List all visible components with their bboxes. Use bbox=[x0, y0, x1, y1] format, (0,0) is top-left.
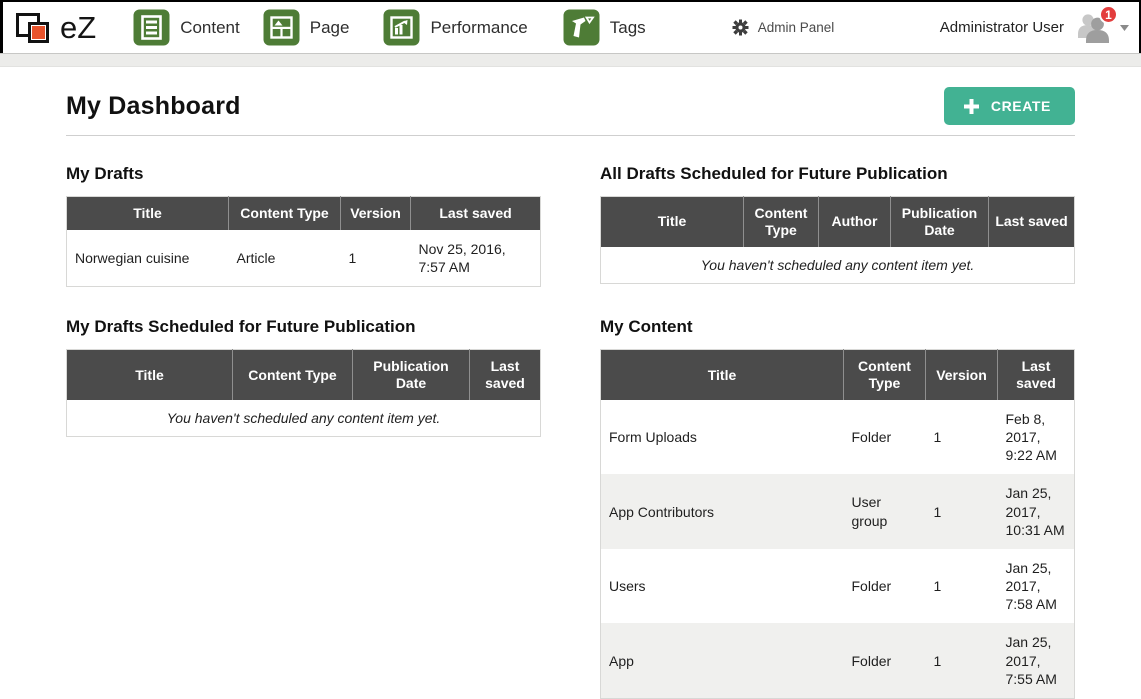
column-header: Title bbox=[601, 350, 844, 400]
my-drafts-scheduled-table: Title Content Type Publication Date Last… bbox=[66, 349, 541, 437]
user-menu[interactable]: Administrator User 1 bbox=[940, 12, 1129, 43]
column-header: Publication Date bbox=[891, 197, 989, 247]
plus-icon bbox=[964, 99, 979, 114]
user-name: Administrator User bbox=[940, 19, 1064, 36]
nav-item-content[interactable]: Content bbox=[133, 9, 240, 46]
tags-icon bbox=[563, 9, 600, 46]
nav-label-content: Content bbox=[180, 18, 240, 38]
cell-last-saved: Feb 8, 2017, 9:22 AM bbox=[998, 400, 1075, 475]
column-header: Publication Date bbox=[353, 350, 470, 400]
cell-version: 1 bbox=[341, 230, 411, 287]
cell-title: Form Uploads bbox=[601, 400, 844, 475]
admin-panel-button[interactable]: Admin Panel bbox=[732, 19, 835, 36]
nav-label-page: Page bbox=[310, 18, 350, 38]
cell-title: Users bbox=[601, 549, 844, 624]
section-title: My Content bbox=[600, 317, 1074, 337]
cell-version: 1 bbox=[926, 474, 998, 549]
nav-item-performance[interactable]: Performance bbox=[383, 9, 527, 46]
create-button-label: CREATE bbox=[991, 98, 1051, 114]
table-row[interactable]: App Contributors User group 1 Jan 25, 20… bbox=[601, 474, 1075, 549]
column-header: Title bbox=[67, 197, 229, 230]
cell-last-saved: Jan 25, 2017, 7:55 AM bbox=[998, 623, 1075, 698]
column-header: Last saved bbox=[470, 350, 541, 400]
section-title: All Drafts Scheduled for Future Publicat… bbox=[600, 164, 1074, 184]
section-title: My Drafts Scheduled for Future Publicati… bbox=[66, 317, 540, 337]
nav-label-tags: Tags bbox=[610, 18, 646, 38]
column-header: Author bbox=[819, 197, 891, 247]
cell-title: Norwegian cuisine bbox=[67, 230, 229, 287]
column-header: Version bbox=[926, 350, 998, 400]
column-header: Title bbox=[601, 197, 744, 247]
cell-title: App bbox=[601, 623, 844, 698]
my-drafts-table: Title Content Type Version Last saved No… bbox=[66, 196, 541, 287]
column-header: Content Type bbox=[229, 197, 341, 230]
performance-icon bbox=[383, 9, 420, 46]
nav-item-tags[interactable]: Tags bbox=[563, 9, 646, 46]
notification-badge: 1 bbox=[1099, 5, 1118, 24]
main-content: My Dashboard CREATE My Drafts Title Cont… bbox=[0, 67, 1141, 699]
column-header: Last saved bbox=[411, 197, 541, 230]
empty-row: You haven't scheduled any content item y… bbox=[67, 400, 541, 437]
cell-last-saved: Nov 25, 2016, 7:57 AM bbox=[411, 230, 541, 287]
table-row[interactable]: Users Folder 1 Jan 25, 2017, 7:58 AM bbox=[601, 549, 1075, 624]
cell-last-saved: Jan 25, 2017, 7:58 AM bbox=[998, 549, 1075, 624]
section-title: My Drafts bbox=[66, 164, 540, 184]
admin-panel-label: Admin Panel bbox=[758, 20, 835, 35]
cell-content-type: User group bbox=[844, 474, 926, 549]
page-title: My Dashboard bbox=[66, 92, 241, 121]
chevron-down-icon[interactable] bbox=[1120, 25, 1129, 31]
column-header: Last saved bbox=[998, 350, 1075, 400]
empty-message: You haven't scheduled any content item y… bbox=[601, 247, 1075, 284]
create-button[interactable]: CREATE bbox=[944, 87, 1075, 125]
cell-version: 1 bbox=[926, 549, 998, 624]
table-row[interactable]: App Folder 1 Jan 25, 2017, 7:55 AM bbox=[601, 623, 1075, 698]
subnav-band bbox=[0, 53, 1141, 67]
column-header: Last saved bbox=[989, 197, 1075, 247]
nav-label-performance: Performance bbox=[430, 18, 527, 38]
table-row[interactable]: Norwegian cuisine Article 1 Nov 25, 2016… bbox=[67, 230, 541, 287]
gear-icon bbox=[732, 19, 749, 36]
avatar[interactable]: 1 bbox=[1076, 12, 1113, 43]
ez-logo[interactable]: eZ bbox=[12, 7, 96, 49]
ez-logo-icon bbox=[12, 7, 58, 49]
cell-version: 1 bbox=[926, 623, 998, 698]
cell-content-type: Folder bbox=[844, 623, 926, 698]
cell-content-type: Article bbox=[229, 230, 341, 287]
cell-title: App Contributors bbox=[601, 474, 844, 549]
cell-content-type: Folder bbox=[844, 400, 926, 475]
column-header: Version bbox=[341, 197, 411, 230]
all-drafts-scheduled-table: Title Content Type Author Publication Da… bbox=[600, 196, 1075, 284]
table-row[interactable]: Form Uploads Folder 1 Feb 8, 2017, 9:22 … bbox=[601, 400, 1075, 475]
column-header: Title bbox=[67, 350, 233, 400]
logo-text: eZ bbox=[60, 10, 96, 46]
column-header: Content Type bbox=[744, 197, 819, 247]
content-icon bbox=[133, 9, 170, 46]
title-divider bbox=[66, 135, 1075, 136]
section-all-drafts-scheduled: All Drafts Scheduled for Future Publicat… bbox=[600, 164, 1074, 284]
cell-version: 1 bbox=[926, 400, 998, 475]
empty-row: You haven't scheduled any content item y… bbox=[601, 247, 1075, 284]
section-my-content: My Content Title Content Type Version La… bbox=[600, 317, 1074, 699]
cell-last-saved: Jan 25, 2017, 10:31 AM bbox=[998, 474, 1075, 549]
page-icon bbox=[263, 9, 300, 46]
section-my-drafts-scheduled: My Drafts Scheduled for Future Publicati… bbox=[66, 317, 540, 437]
cell-content-type: Folder bbox=[844, 549, 926, 624]
top-navigation-bar: eZ Content Page bbox=[0, 0, 1141, 53]
column-header: Content Type bbox=[233, 350, 353, 400]
logo-square-orange bbox=[28, 22, 49, 43]
my-content-table: Title Content Type Version Last saved Fo… bbox=[600, 349, 1075, 699]
empty-message: You haven't scheduled any content item y… bbox=[67, 400, 541, 437]
column-header: Content Type bbox=[844, 350, 926, 400]
section-my-drafts: My Drafts Title Content Type Version Las… bbox=[66, 164, 540, 287]
nav-item-page[interactable]: Page bbox=[263, 9, 350, 46]
